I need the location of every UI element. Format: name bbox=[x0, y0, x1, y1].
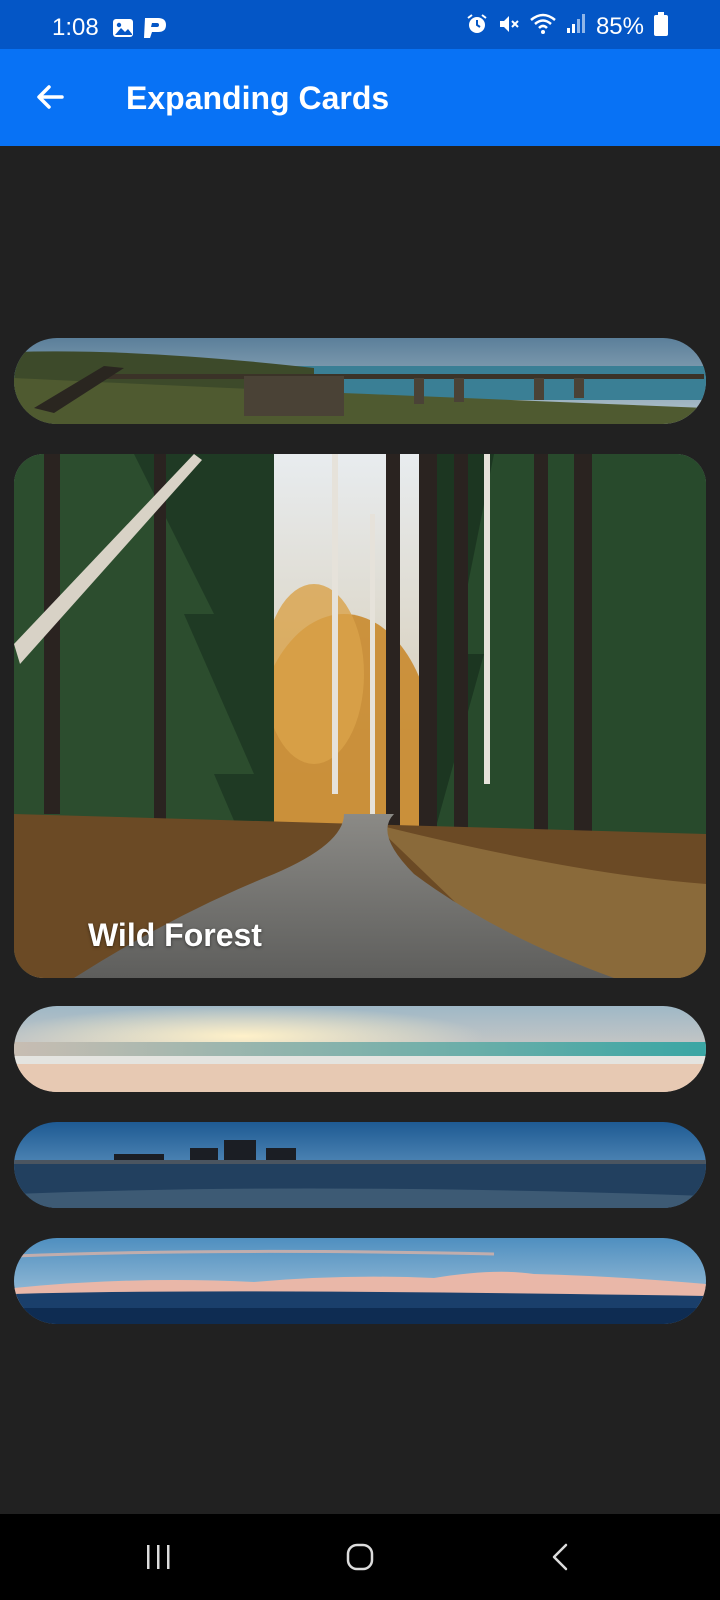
mountains-image bbox=[14, 1238, 706, 1324]
card-wild-forest[interactable]: Wild Forest bbox=[14, 454, 706, 978]
forest-image bbox=[14, 454, 706, 978]
back-button[interactable] bbox=[26, 73, 74, 121]
back-arrow-icon bbox=[37, 85, 64, 109]
mute-icon bbox=[498, 13, 520, 40]
status-bar: 1:08 85% bbox=[0, 0, 720, 49]
wifi-icon bbox=[530, 13, 556, 40]
nav-back-button[interactable] bbox=[530, 1534, 590, 1580]
battery-percent: 85% bbox=[595, 12, 644, 40]
image-icon bbox=[112, 17, 134, 44]
page-title: Expanding Cards bbox=[126, 80, 390, 116]
city-image bbox=[14, 1122, 706, 1208]
battery-icon bbox=[654, 12, 668, 41]
pier-image bbox=[14, 338, 706, 424]
system-nav-bar bbox=[0, 1514, 720, 1600]
back-icon bbox=[552, 1543, 568, 1571]
home-icon bbox=[346, 1543, 374, 1571]
card-mountains[interactable] bbox=[14, 1238, 706, 1324]
status-time: 1:08 bbox=[52, 14, 99, 41]
card-pier[interactable] bbox=[14, 338, 706, 424]
recent-apps-button[interactable] bbox=[128, 1534, 188, 1580]
card-beach[interactable] bbox=[14, 1006, 706, 1092]
alarm-icon bbox=[466, 13, 488, 40]
card-city[interactable] bbox=[14, 1122, 706, 1208]
signal-icon bbox=[566, 13, 586, 40]
home-button[interactable] bbox=[330, 1534, 390, 1580]
parking-app-icon bbox=[142, 16, 168, 45]
app-bar: Expanding Cards bbox=[0, 49, 720, 146]
beach-image bbox=[14, 1006, 706, 1092]
recent-apps-icon bbox=[147, 1545, 170, 1569]
card-title: Wild Forest bbox=[88, 917, 262, 953]
